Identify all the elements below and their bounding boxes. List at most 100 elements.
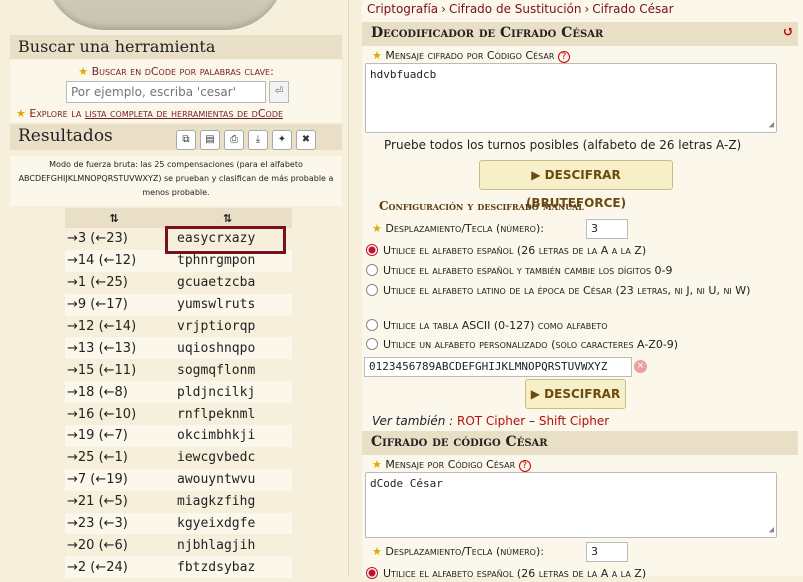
close-icon[interactable]: ✖ (296, 130, 316, 150)
star-icon: ★ (372, 222, 382, 235)
option-spanish-alphabet[interactable]: Utilice el alfabeto español (26 letras d… (366, 243, 794, 259)
result-text[interactable]: pldjncilkj (163, 381, 292, 404)
result-shift: →1 (←25) (65, 271, 163, 294)
radio-icon[interactable] (366, 319, 378, 331)
decrypt-bruteforce-button[interactable]: ▶ DESCIFRAR (BRUTEFORCE) (479, 160, 673, 210)
result-shift: →20 (←6) (65, 534, 163, 557)
resize-handle-icon[interactable]: ◢ (769, 120, 774, 130)
encoder-option-spanish-alphabet[interactable]: Utilice el alfabeto español (26 letras d… (366, 566, 794, 582)
encoder-heading: Cifrado de código César (362, 431, 798, 455)
radio-selected-icon[interactable] (366, 244, 378, 256)
table-row: →18 (←8) pldjncilkj (65, 381, 292, 404)
star-icon: ★ (78, 65, 89, 78)
clear-icon[interactable]: × (634, 360, 647, 373)
search-input[interactable] (66, 81, 266, 103)
breadcrumb-substitution[interactable]: Cifrado de Sustitución (449, 2, 582, 16)
radio-icon[interactable] (366, 264, 378, 276)
left-sidebar: Buscar una herramienta ★ Buscar en dCode… (0, 0, 348, 579)
search-box: ★ Buscar en dCode por palabras clave: ⏎ … (10, 60, 342, 122)
result-shift: →19 (←7) (65, 425, 163, 447)
result-text[interactable]: yumswlruts (163, 293, 292, 316)
result-text[interactable]: sogmqflonm (163, 359, 292, 382)
result-text[interactable]: fbtzdsybaz (163, 556, 292, 579)
result-text[interactable]: kgyeixdgfe (163, 512, 292, 535)
table-row: →13 (←13) uqioshnqpo (65, 337, 292, 360)
help-icon[interactable]: ? (518, 460, 531, 472)
save-icon[interactable]: ▤ (200, 130, 220, 150)
shift-cipher-link[interactable]: Shift Cipher (539, 414, 609, 428)
option-custom-alphabet[interactable]: Utilice un alfabeto personalizado (solo … (366, 337, 794, 353)
table-row: →23 (←3) kgyeixdgfe (65, 512, 292, 535)
breadcrumb-cryptography[interactable]: Criptografía (367, 2, 438, 16)
table-row: →1 (←25) gcuaetzcba (65, 271, 292, 294)
result-shift: →18 (←8) (65, 381, 163, 404)
help-icon[interactable]: ? (557, 51, 570, 63)
resize-handle-icon[interactable]: ◢ (769, 525, 774, 535)
radio-selected-icon[interactable] (366, 567, 378, 579)
result-shift: →16 (←10) (65, 403, 163, 426)
result-text[interactable]: miagkzfihg (163, 490, 292, 513)
custom-alphabet-input[interactable]: 0123456789ABCDEFGHIJKLMNOPQRSTUVWXYZ (364, 357, 632, 377)
bruteforce-note: Modo de fuerza bruta: las 25 compensacio… (10, 156, 342, 206)
sort-text-header[interactable]: ⇅ (163, 208, 292, 228)
full-tool-list-link[interactable]: lista completa de herramientas de dCode (85, 107, 283, 120)
decrypt-button[interactable]: ▶ DESCIFRAR (525, 379, 626, 409)
option-spanish-digits[interactable]: Utilice el alfabeto español y también ca… (366, 263, 794, 279)
result-shift: →25 (←1) (65, 446, 163, 469)
encoder-message-label: ★ Mensaje por Código César ? (372, 458, 531, 472)
refresh-icon[interactable]: ↺ (782, 24, 794, 40)
result-text[interactable]: uqioshnqpo (163, 337, 292, 360)
results-toolbar: ⧉ ▤ ⎙ ⤓ ✦ ✖ (176, 127, 320, 150)
result-text[interactable]: njbhlagjih (163, 534, 292, 557)
shift-input[interactable]: 3 (586, 219, 628, 239)
table-row: →20 (←6) njbhlagjih (65, 534, 292, 557)
table-row: →9 (←17) yumswlruts (65, 293, 292, 316)
cipher-message-textarea[interactable]: hdvbfuadcb ◢ (365, 63, 777, 133)
table-row: →2 (←24) fbtzdsybaz (65, 556, 292, 579)
table-row: →12 (←14) vrjptiorqp (65, 315, 292, 338)
result-shift: →3 (←23) (65, 228, 163, 250)
sort-shift-header[interactable]: ⇅ (65, 208, 163, 228)
breadcrumb-caesar[interactable]: Cifrado César (592, 2, 673, 16)
result-shift: →12 (←14) (65, 315, 163, 338)
result-text[interactable]: gcuaetzcba (163, 271, 292, 294)
result-text[interactable]: okcimbhkji (163, 425, 292, 447)
table-row: →21 (←5) miagkzfihg (65, 490, 292, 513)
result-shift: →14 (←12) (65, 249, 163, 272)
rot-cipher-link[interactable]: ROT Cipher (457, 414, 525, 428)
result-text[interactable]: vrjptiorqp (163, 315, 292, 338)
print-icon[interactable]: ⎙ (224, 130, 244, 150)
main-content: Criptografía › Cifrado de Sustitución › Cifr… (362, 0, 803, 580)
download-icon[interactable]: ⤓ (248, 130, 268, 150)
explore-line: ★ Explore la lista completa de herramien… (16, 107, 284, 120)
star-icon: ★ (372, 458, 382, 471)
result-text[interactable]: awouyntwvu (163, 468, 292, 491)
result-shift: →7 (←19) (65, 468, 163, 491)
result-text[interactable]: iewcgvbedc (163, 446, 292, 469)
radio-icon[interactable] (366, 284, 378, 296)
option-latin-alphabet[interactable]: Utilice el alfabeto latino de la época d… (366, 283, 794, 299)
star-icon: ★ (372, 49, 382, 62)
search-submit-button[interactable]: ⏎ (269, 81, 289, 103)
manual-config-title: Configuración y descifrado manual (379, 199, 584, 213)
column-divider (348, 0, 362, 576)
result-shift: →2 (←24) (65, 556, 163, 579)
radio-icon[interactable] (366, 338, 378, 350)
logo-area (0, 0, 348, 32)
encoder-shift-input[interactable]: 3 (586, 542, 628, 562)
option-ascii-table[interactable]: Utilice la tabla ASCII (0-127) como alfa… (366, 318, 794, 334)
bruteforce-hint: Pruebe todos los turnos posibles (alfabe… (384, 138, 742, 152)
best-result-highlight (165, 226, 286, 254)
table-row: →7 (←19) awouyntwvu (65, 468, 292, 491)
see-also: Ver también : ROT Cipher – Shift Cipher (372, 414, 610, 428)
result-shift: →23 (←3) (65, 512, 163, 535)
star-icon: ★ (16, 107, 26, 120)
dcode-logo-image[interactable] (45, 0, 285, 30)
shift-label: ★ Desplazamiento/Tecla (número): (372, 222, 544, 235)
result-shift: →21 (←5) (65, 490, 163, 513)
copy-icon[interactable]: ⧉ (176, 130, 196, 150)
pin-icon[interactable]: ✦ (272, 130, 292, 150)
encoder-message-textarea[interactable]: dCode César ◢ (365, 472, 777, 538)
result-shift: →9 (←17) (65, 293, 163, 316)
result-text[interactable]: rnflpeknml (163, 403, 292, 426)
